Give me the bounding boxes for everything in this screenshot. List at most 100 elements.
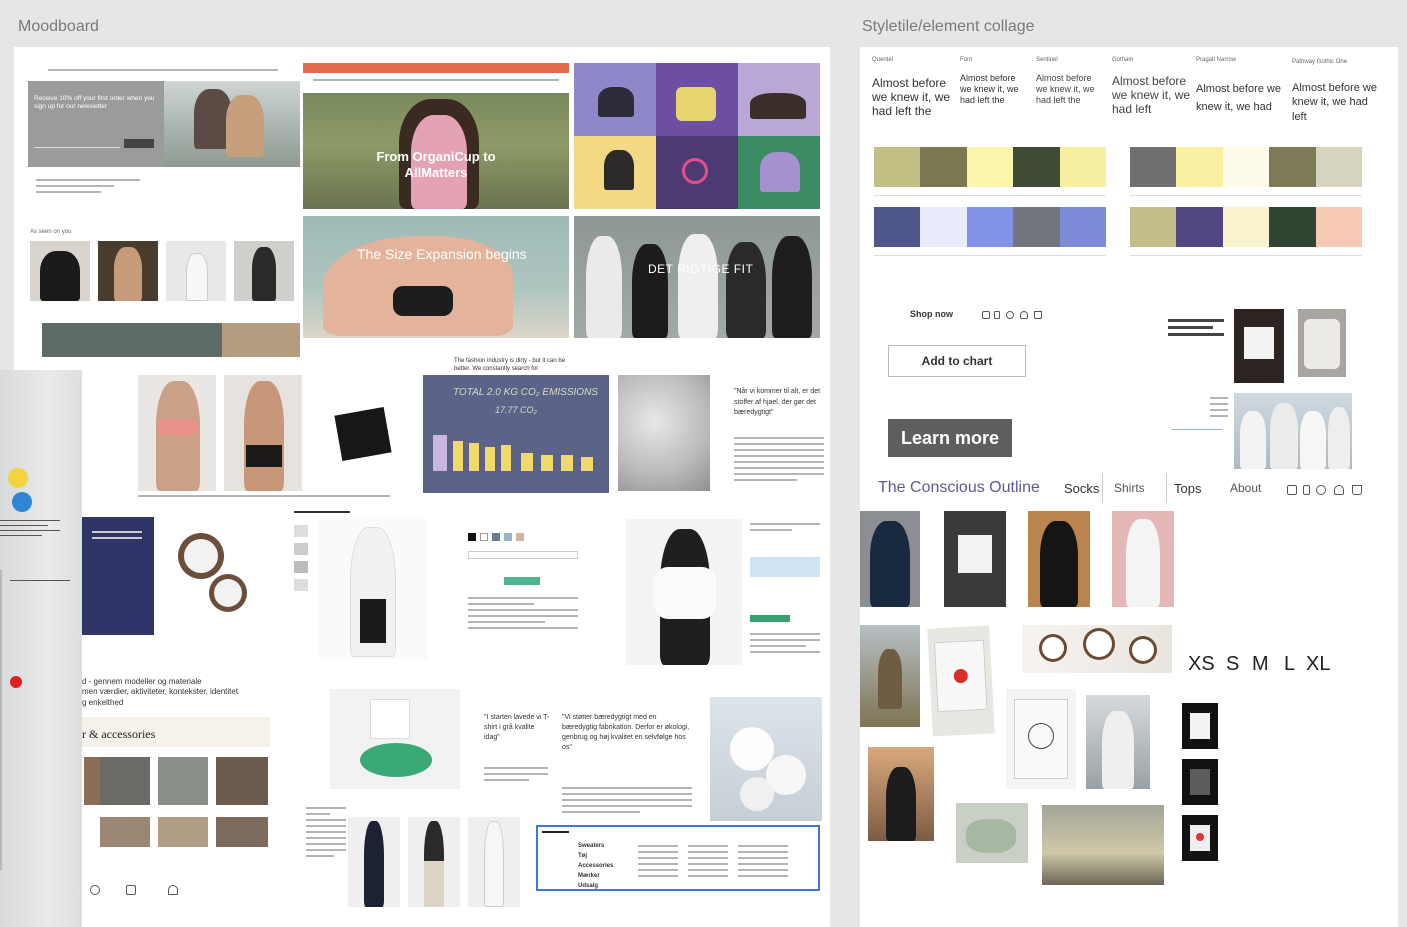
model-back-print-photo[interactable]	[860, 511, 920, 607]
graphic-tshirt-photo[interactable]	[1006, 689, 1076, 789]
menu-category[interactable]: Tøj	[578, 853, 587, 859]
accessory-photo[interactable]	[216, 757, 268, 805]
illustration-grid[interactable]	[574, 63, 820, 209]
font-name: Pragati Narrow	[1196, 57, 1237, 63]
accessory-photo[interactable]	[100, 757, 150, 805]
checkout-summary[interactable]	[750, 523, 822, 683]
accessory-photo[interactable]	[100, 817, 150, 847]
cart-icon[interactable]	[1352, 485, 1362, 495]
sea-landscape-photo[interactable]	[1042, 805, 1164, 885]
tshirt-closeup-photo[interactable]	[1298, 309, 1346, 377]
font-sample-text: Almost before we knew it, we had left th…	[872, 76, 951, 118]
menu-category[interactable]: Mærker	[578, 873, 600, 879]
model-white-tshirt-photo[interactable]	[1112, 511, 1174, 607]
user-icon[interactable]	[1334, 485, 1344, 495]
model-product-photo[interactable]	[408, 817, 460, 907]
color-swatch	[1222, 147, 1270, 187]
print-tshirt-thumb[interactable]	[1182, 815, 1218, 861]
cart-icon[interactable]	[1034, 311, 1042, 319]
product-options[interactable]	[454, 517, 584, 657]
font-name: Sentinel	[1036, 57, 1058, 63]
size-l[interactable]: L	[1284, 653, 1295, 676]
facebook-icon[interactable]	[1303, 485, 1310, 495]
model-photo	[98, 241, 158, 301]
model-black-tshirt-photo[interactable]	[1028, 511, 1090, 607]
styletile-frame-label[interactable]: Styletile/element collage	[862, 18, 1035, 36]
paper-notes-photo[interactable]	[0, 370, 82, 927]
model-product-photo[interactable]	[468, 817, 520, 907]
learn-more-button[interactable]: Learn more	[888, 419, 1012, 457]
font-sample-text: Almost before we knew it, we had left	[1112, 74, 1191, 116]
drop-icon	[168, 885, 178, 895]
color-swatch	[1269, 207, 1316, 247]
brand-name[interactable]: The Conscious Outline	[878, 479, 1040, 497]
font-sample-text: Almost before we knew it, we had left	[1292, 82, 1377, 123]
instagram-icon[interactable]	[982, 311, 990, 319]
model-white-shirt-photo[interactable]	[626, 519, 742, 665]
det-rigtige-fit-screenshot[interactable]: DET RIGTIGE FIT	[574, 216, 820, 338]
nav-about-link[interactable]: About	[1230, 481, 1261, 495]
nav-item-socks[interactable]: Socks	[1064, 481, 1099, 496]
accessories-header: r & accessories	[82, 717, 270, 747]
tshirt-product-page[interactable]	[290, 509, 438, 661]
search-icon[interactable]	[1316, 485, 1326, 495]
color-swatch	[920, 147, 967, 187]
color-swatch	[1176, 147, 1223, 187]
color-swatch	[1059, 207, 1106, 247]
moodboard-frame[interactable]: Receive 10% off your first order when yo…	[14, 47, 830, 927]
nav-item-tops[interactable]: Tops	[1174, 481, 1201, 496]
model-sea-photo[interactable]	[1086, 695, 1150, 789]
accessory-photo[interactable]	[158, 757, 208, 805]
grey-tshirt-thumb[interactable]	[1182, 759, 1218, 805]
fabric-fold-photo[interactable]	[956, 803, 1028, 863]
menu-category[interactable]: Accessories	[578, 863, 613, 869]
cotton-photo[interactable]	[710, 697, 822, 821]
cotton-banner[interactable]	[82, 517, 282, 635]
size-m[interactable]: M	[1252, 653, 1269, 676]
fabric-texture-photo[interactable]	[618, 375, 710, 491]
menu-category[interactable]: Udsalg	[578, 883, 598, 889]
accessory-photo[interactable]	[216, 817, 268, 847]
tshirt-hanging-dark-photo[interactable]	[944, 511, 1006, 607]
font-name: Gotham	[1112, 57, 1134, 63]
model-product-photo[interactable]	[348, 817, 400, 907]
chair-shirt-photo[interactable]	[330, 689, 460, 789]
emissions-title: TOTAL 2.0 KG CO₂ EMISSIONS	[453, 387, 598, 398]
model-photo	[166, 241, 226, 301]
color-swatch	[1269, 147, 1316, 187]
nav-item-shirts[interactable]: Shirts	[1114, 481, 1145, 495]
search-icon[interactable]	[1006, 311, 1014, 319]
menu-category[interactable]: Sweaters	[578, 843, 604, 849]
tshirt-hanging-photo[interactable]	[1234, 309, 1284, 383]
size-expansion-screenshot[interactable]: The Size Expansion begins	[303, 216, 569, 338]
product-photo-bra[interactable]	[138, 375, 216, 491]
dropdown-menu-screenshot[interactable]: Sweaters Tøj Accessories Mærker Udsalg	[536, 825, 820, 891]
shop-now-link[interactable]: Shop now	[910, 309, 953, 319]
emissions-infographic[interactable]: TOTAL 2.0 KG CO₂ EMISSIONS 17.77 CO₂	[423, 375, 609, 493]
facebook-icon[interactable]	[994, 311, 1000, 319]
color-swatch	[1059, 147, 1106, 187]
newsletter-site-screenshot[interactable]: Receive 10% off your first order when yo…	[28, 63, 300, 357]
accessory-photo[interactable]	[158, 817, 208, 847]
sunset-model-photo[interactable]	[868, 747, 934, 841]
size-xl[interactable]: XL	[1306, 653, 1330, 676]
product-photo-boxers-flat[interactable]	[310, 375, 410, 491]
color-palette-a-top	[874, 147, 1106, 187]
instagram-icon[interactable]	[1287, 485, 1297, 495]
color-palette-b-top	[1130, 147, 1362, 187]
size-s[interactable]: S	[1226, 653, 1239, 676]
organicup-screenshot[interactable]: From OrganiCup to AllMatters	[303, 63, 569, 209]
printed-tshirt-photo[interactable]	[927, 625, 995, 737]
add-to-chart-button[interactable]: Add to chart	[888, 345, 1026, 377]
font-sample-text: Almost before we knew it, we had left th…	[960, 73, 1019, 105]
group-tshirts-photo[interactable]	[1234, 393, 1352, 469]
landscape-model-photo[interactable]	[860, 625, 920, 727]
white-tshirt-thumb[interactable]	[1182, 703, 1218, 749]
size-xs[interactable]: XS	[1188, 653, 1215, 676]
font-name: Pathway Gothic One	[1292, 59, 1348, 65]
product-photo-boxers[interactable]	[224, 375, 302, 491]
cotton-branch-photo[interactable]	[1022, 625, 1172, 673]
moodboard-frame-label[interactable]: Moodboard	[18, 18, 99, 36]
user-icon[interactable]	[1020, 311, 1028, 319]
styletile-frame[interactable]: Quentel Almost before we knew it, we had…	[860, 47, 1398, 927]
